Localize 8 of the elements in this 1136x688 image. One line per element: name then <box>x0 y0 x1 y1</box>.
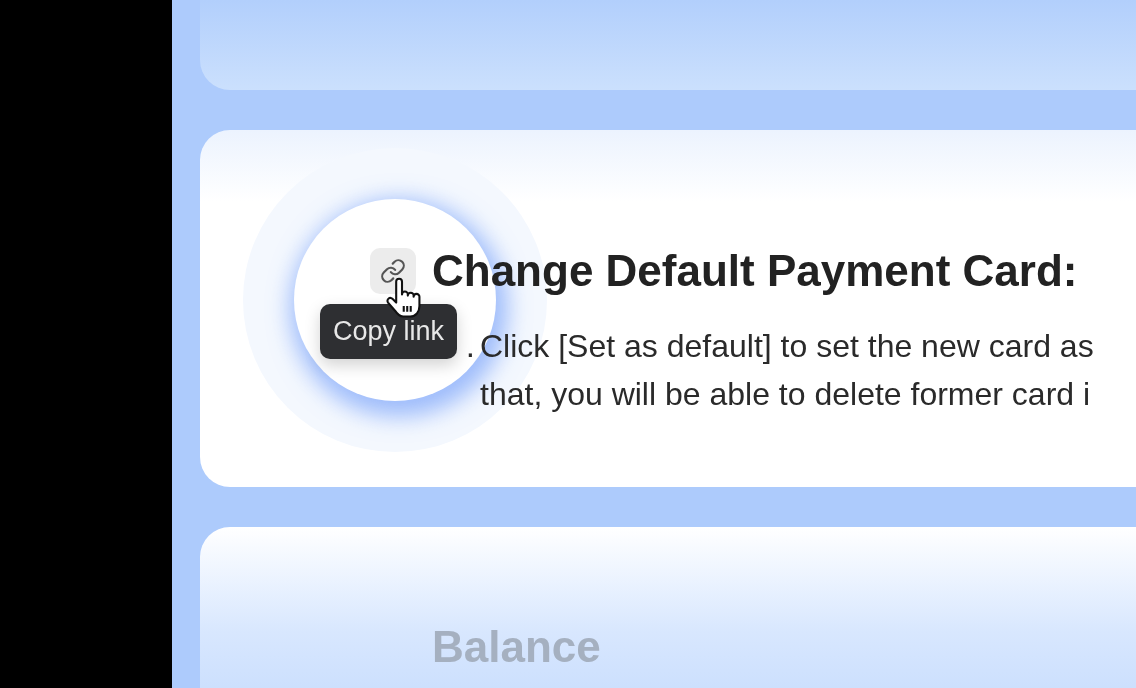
list-marker: . <box>465 326 475 366</box>
tooltip: Copy link <box>320 304 458 359</box>
section-heading: Change Default Payment Card: <box>432 245 1078 297</box>
step-text-line: Click [Set as default] to set the new card as <box>480 327 1094 366</box>
section-heading: Balance <box>432 621 602 673</box>
step-text-line: that, you will be able to delete former card i <box>480 375 1092 414</box>
copy-link-button[interactable] <box>370 248 416 294</box>
link-icon <box>380 258 406 284</box>
